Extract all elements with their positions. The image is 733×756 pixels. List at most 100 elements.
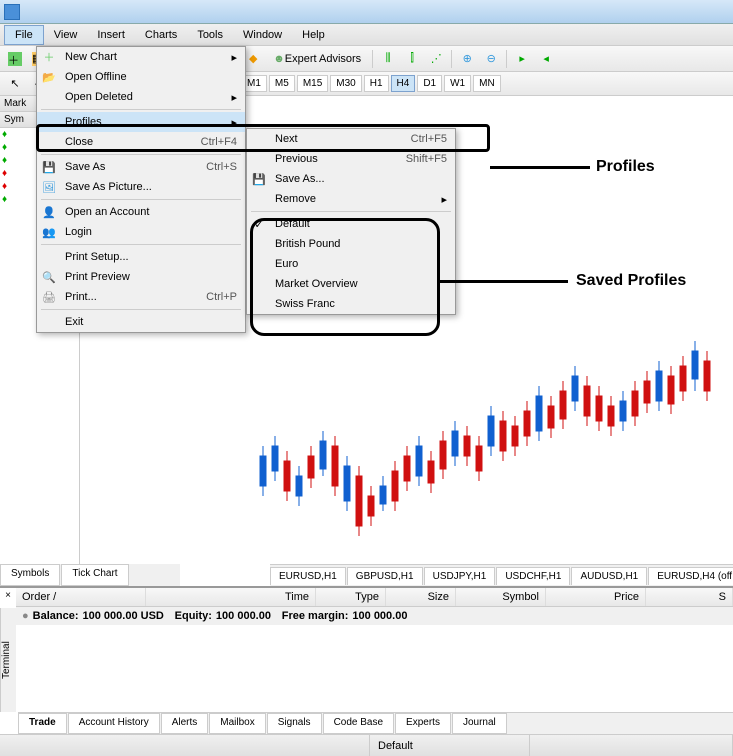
menu-insert[interactable]: Insert [87,26,135,44]
check-icon: ✓ [251,216,267,232]
terminal-close-icon[interactable]: × [2,590,14,602]
menu-file[interactable]: File [4,25,44,45]
menu-new-chart[interactable]: ＋New Chart▸ [37,47,245,67]
auto-scroll-icon[interactable]: ▸ [511,49,533,69]
menu-close[interactable]: CloseCtrl+F4 [37,132,245,152]
menu-exit[interactable]: Exit [37,312,245,332]
new-chart-icon: ＋ [41,49,57,65]
arrow-right-icon: ▸ [211,116,237,129]
tab-symbols[interactable]: Symbols [0,564,60,586]
menu-tools[interactable]: Tools [187,26,233,44]
menu-help[interactable]: Help [292,26,335,44]
menu-separator [41,199,241,200]
new-chart-btn[interactable]: ＋ [4,49,26,69]
col-symbol[interactable]: Symbol [456,588,546,606]
submenu-euro[interactable]: Euro [247,254,455,274]
arrow-down-icon: ♦ [2,168,7,179]
menu-print[interactable]: 🖨Print...Ctrl+P [37,287,245,307]
col-price[interactable]: Price [546,588,646,606]
tab-code-base[interactable]: Code Base [323,713,394,734]
menu-open-offline[interactable]: 📂Open Offline [37,67,245,87]
submenu-default[interactable]: ✓Default [247,214,455,234]
menu-save-as[interactable]: 💾Save AsCtrl+S [37,157,245,177]
arrow-right-icon: ▸ [211,51,237,64]
chart-tab[interactable]: AUDUSD,H1 [571,567,647,585]
balance-icon: ● [22,610,29,622]
chart-tab[interactable]: GBPUSD,H1 [347,567,423,585]
submenu-next[interactable]: NextCtrl+F5 [247,129,455,149]
tab-signals[interactable]: Signals [267,713,322,734]
menu-open-account[interactable]: 👤Open an Account [37,202,245,222]
folder-open-icon: 📂 [41,69,57,85]
tab-journal[interactable]: Journal [452,713,507,734]
status-bar: Default [0,734,733,756]
menu-login[interactable]: 👥Login [37,222,245,242]
submenu-remove[interactable]: Remove▸ [247,189,455,209]
menu-separator [41,109,241,110]
tab-account-history[interactable]: Account History [68,713,160,734]
submenu-previous[interactable]: PreviousShift+F5 [247,149,455,169]
shortcut-label: Ctrl+P [186,291,237,303]
expert-advisors-btn[interactable]: ☻ Expert Advisors [266,49,368,69]
tf-mn[interactable]: MN [473,75,501,92]
col-s[interactable]: S [646,588,733,606]
tab-experts[interactable]: Experts [395,713,451,734]
app-icon [4,4,20,20]
menu-save-as-picture[interactable]: 🖼Save As Picture... [37,177,245,197]
chart-tab[interactable]: USDJPY,H1 [424,567,496,585]
terminal-panel: × Terminal Order / Time Type Size Symbol… [0,586,733,734]
tf-m30[interactable]: M30 [330,75,361,92]
status-empty [530,735,733,756]
col-type[interactable]: Type [316,588,386,606]
candle-chart-icon[interactable]: ⫿ [401,49,423,69]
status-help [0,735,370,756]
line-chart-icon[interactable]: ⋰ [425,49,447,69]
chart-tab[interactable]: USDCHF,H1 [496,567,570,585]
tab-mailbox[interactable]: Mailbox [209,713,265,734]
bar-chart-icon[interactable]: ⫼ [377,49,399,69]
submenu-market-overview[interactable]: Market Overview [247,274,455,294]
menu-profiles[interactable]: Profiles▸ [37,112,245,132]
chart-tab[interactable]: EURUSD,H1 [270,567,346,585]
login-icon: 👥 [41,224,57,240]
shortcut-label: Ctrl+F5 [391,133,447,145]
menu-window[interactable]: Window [233,26,292,44]
col-time[interactable]: Time [146,588,316,606]
shortcut-label: Shift+F5 [386,153,447,165]
tab-trade[interactable]: Trade [18,713,67,734]
tf-h1[interactable]: H1 [364,75,389,92]
tf-m15[interactable]: M15 [297,75,328,92]
annotation-saved-profiles: Saved Profiles [576,272,686,290]
zoom-out-icon[interactable]: ⊖ [480,49,502,69]
arrow-up-icon: ♦ [2,194,7,205]
col-order[interactable]: Order / [16,588,146,606]
save-icon: 💾 [41,159,57,175]
chart-tab[interactable]: EURUSD,H4 (off [648,567,733,585]
menu-view[interactable]: View [44,26,88,44]
tf-h4[interactable]: H4 [391,75,416,92]
submenu-swiss-franc[interactable]: Swiss Franc [247,294,455,314]
market-watch-tabs: Symbols Tick Chart [0,564,180,586]
menu-separator [41,154,241,155]
profiles-submenu: NextCtrl+F5 PreviousShift+F5 💾Save As...… [246,128,456,315]
shortcut-label: Ctrl+F4 [181,136,237,148]
separator [506,50,507,68]
tab-alerts[interactable]: Alerts [161,713,209,734]
tf-d1[interactable]: D1 [417,75,442,92]
shift-icon[interactable]: ◂ [535,49,557,69]
tf-m5[interactable]: M5 [269,75,295,92]
menu-charts[interactable]: Charts [135,26,187,44]
submenu-save-as[interactable]: 💾Save As... [247,169,455,189]
zoom-in-icon[interactable]: ⊕ [456,49,478,69]
tf-w1[interactable]: W1 [444,75,471,92]
menu-open-deleted[interactable]: Open Deleted▸ [37,87,245,107]
menu-separator [41,244,241,245]
submenu-british-pound[interactable]: British Pound [247,234,455,254]
menu-print-preview[interactable]: 🔍Print Preview [37,267,245,287]
tab-tick-chart[interactable]: Tick Chart [61,564,128,586]
cursor-icon[interactable]: ↖ [4,74,26,94]
print-icon: 🖨 [41,289,57,305]
separator [372,50,373,68]
col-size[interactable]: Size [386,588,456,606]
menu-print-setup[interactable]: Print Setup... [37,247,245,267]
